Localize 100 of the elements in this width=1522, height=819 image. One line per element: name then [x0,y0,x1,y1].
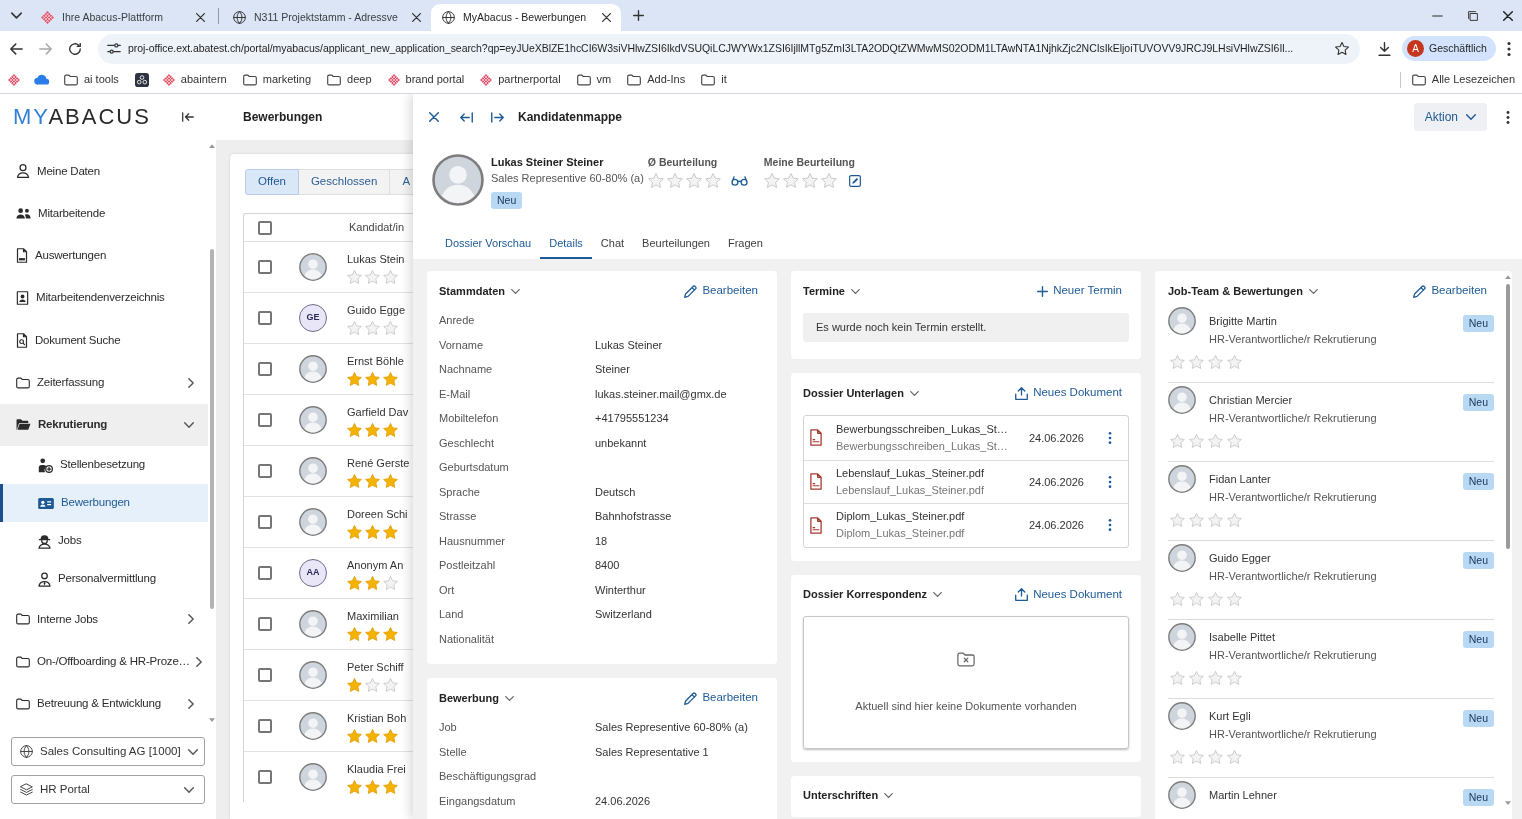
bookmark-link[interactable]: deep [327,71,372,88]
nav-item[interactable]: Rekrutierung [0,403,208,447]
checkbox[interactable] [258,311,272,325]
bookmark-link[interactable]: partnerportal [480,71,561,88]
candidate-name[interactable]: Garfield Dav [347,403,409,420]
detail-tab[interactable]: Chat [591,229,634,259]
checkbox[interactable] [258,719,272,733]
checkbox[interactable] [258,362,272,376]
all-bookmarks-link[interactable]: Alle Lesezeichen [1411,71,1515,88]
section-title[interactable]: Stammdaten [439,282,521,300]
nav-item[interactable]: On-/Offboarding & HR-Proze… [0,640,208,683]
section-title[interactable]: Job-Team & Bewertungen [1168,282,1318,300]
section-title[interactable]: Dossier Korrespondenz [803,586,943,603]
document-title[interactable]: Lebenslauf_Lukas_Steiner.pdf [836,464,984,482]
browser-tab[interactable]: MyAbacus - Bewerbungen [430,4,621,31]
forward-icon[interactable] [39,42,52,55]
close-icon[interactable] [429,112,439,122]
edit-link[interactable]: Bearbeiten [684,282,758,300]
checkbox[interactable] [258,464,272,478]
glasses-icon[interactable] [730,175,748,186]
app-icon[interactable] [134,72,149,87]
filter-tab[interactable]: Geschlossen [298,169,391,195]
bookmark-link[interactable]: Add-Ins [627,71,686,88]
dropdown[interactable]: HR Portal [11,775,205,804]
candidate-name[interactable]: René Gerste [347,454,410,471]
new-tab-icon[interactable] [632,10,644,21]
nav-item[interactable]: Meine Daten [0,150,208,193]
candidate-name[interactable]: Klaudia Frei [347,760,406,777]
browser-tab[interactable]: N311 Projektstamm - Adressve [222,4,431,31]
new-document-link[interactable]: Neues Dokument [1015,585,1122,604]
section-title[interactable]: Dossier Unterlagen [803,384,919,402]
back-icon[interactable] [10,42,23,55]
reload-icon[interactable] [69,42,81,55]
nav-item[interactable]: Jobs [0,522,208,561]
checkbox[interactable] [258,668,272,682]
bookmark-link[interactable]: marketing [242,71,312,88]
checkbox[interactable] [258,770,272,784]
cloud-icon[interactable] [34,74,50,85]
candidate-name[interactable]: Peter Schiff [347,658,404,675]
edit-link[interactable]: Bearbeiten [1413,282,1487,300]
detail-tab[interactable]: Beurteilungen [633,229,719,259]
checkbox[interactable] [258,515,272,529]
nav-item[interactable]: Interne Jobs [0,598,208,641]
candidate-name[interactable]: Anonym An [347,556,404,573]
edit-icon[interactable] [848,174,861,187]
collapse-icon[interactable] [182,112,194,122]
more-icon[interactable] [1108,431,1112,444]
candidate-name[interactable]: Ernst Böhle [347,352,404,369]
candidate-name[interactable]: Lukas Stein [347,250,405,267]
nav-item[interactable]: Personalvermittlung [0,560,208,599]
scroll-down-icon[interactable] [1505,801,1511,805]
section-title[interactable]: Unterschriften [803,787,894,804]
address-bar[interactable]: proj-office.ext.abatest.ch/portal/myabacus/applicant_new_application_search?qp=eyJUeXBlZE1hcCI6W3siVHlwZSI6IkdVSUQiLCJWYWx1ZSI6IjllMTg5ZmI3LTA2ODQtZWMwMS02ODM1LTAwNTA1NjhkZjc2NCIsIkEljoiTUVOVV9JRCJ9LHsiVHlwZSI6Il... [98,33,1360,64]
dropdown[interactable]: Sales Consulting AG [1000] [11,737,205,766]
document-title[interactable]: Bewerbungsschreiben_Lukas_St… [836,420,1008,438]
bookmark-link[interactable]: it [701,71,727,88]
nav-item[interactable]: Mitarbeitendenverzeichnis [0,276,208,320]
nav-item[interactable]: Betreuung & Entwicklung [0,682,208,725]
scrollbar-thumb[interactable] [1506,284,1510,549]
filter-tab[interactable]: Offen [245,169,299,195]
more-icon[interactable] [1108,519,1112,532]
candidate-name[interactable]: Kristian Boh [347,709,407,726]
nav-item[interactable]: Zeiterfassung [0,361,208,404]
nav-item[interactable]: Bewerbungen [0,484,208,523]
checkbox[interactable] [258,413,272,427]
new-document-link[interactable]: Neues Dokument [1015,384,1122,402]
checkbox[interactable] [258,566,272,580]
edit-link[interactable]: Bearbeiten [684,689,758,707]
checkbox[interactable] [258,260,272,274]
checkbox[interactable] [258,617,272,631]
close-icon[interactable] [1503,10,1513,21]
scrollbar-thumb[interactable] [210,249,214,609]
nav-item[interactable]: Stellenbesetzung [0,446,208,485]
bookmark-link[interactable]: vm [576,71,612,88]
restore-icon[interactable] [1468,10,1478,21]
browser-tab[interactable]: Ihre Abacus-Plattform [30,4,215,31]
more-icon[interactable] [1108,475,1112,488]
document-title[interactable]: Diplom_Lukas_Steiner.pdf [836,508,965,526]
section-title[interactable]: Bewerbung [439,689,514,707]
menu-icon[interactable] [1507,41,1511,56]
scroll-up-icon[interactable] [1505,275,1511,279]
bookmark-link[interactable]: ai tools [64,71,119,88]
candidate-name[interactable]: Maximilian [347,607,399,624]
candidate-name[interactable]: Doreen Schi [347,505,408,522]
nav-item[interactable]: Mitarbeitende [0,192,208,235]
arrow-right-bar-icon[interactable] [491,111,504,123]
nav-item[interactable]: Auswertungen [0,234,208,277]
detail-tab[interactable]: Fragen [719,229,772,259]
action-button[interactable]: Aktion [1413,103,1487,131]
nav-item[interactable]: Dokument Suche [0,319,208,362]
scroll-down-icon[interactable] [209,718,215,722]
checkbox[interactable] [258,220,272,235]
profile-button[interactable]: A Geschäftlich [1402,36,1496,61]
bookmark-link[interactable]: abaintern [162,71,227,88]
arrow-left-bar-icon[interactable] [460,111,473,123]
star-icon[interactable] [1335,42,1349,55]
bookmark-link[interactable]: brand portal [387,71,465,88]
candidate-name[interactable]: Guido Egge [347,301,406,318]
diamond-logo-icon[interactable] [8,73,20,86]
new-appointment-link[interactable]: Neuer Termin [1037,282,1122,300]
